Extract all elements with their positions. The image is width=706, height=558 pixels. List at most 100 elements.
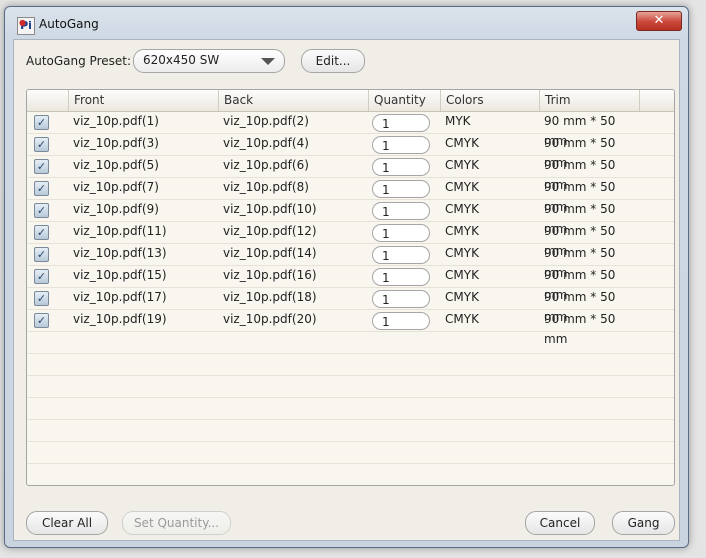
- column-header-quantity[interactable]: Quantity: [368, 90, 440, 111]
- row-checkbox[interactable]: ✓: [34, 225, 49, 240]
- quantity-input[interactable]: 1: [372, 224, 430, 242]
- front-cell: viz_10p.pdf(11): [73, 224, 167, 238]
- back-cell: viz_10p.pdf(12): [223, 224, 317, 238]
- colors-cell: CMYK: [445, 312, 479, 326]
- trim-cell: 90 mm * 50 mm: [544, 202, 616, 236]
- table-row[interactable]: ✓ viz_10p.pdf(5) viz_10p.pdf(6) 1 CMYK 90 mm …: [27, 155, 674, 192]
- row-checkbox[interactable]: ✓: [34, 203, 49, 218]
- set-quantity-button[interactable]: Set Quantity...: [122, 511, 231, 535]
- dialog-body: AutoGang Preset: 620x450 SW Edit... Fron…: [13, 39, 680, 541]
- autogang-dialog: ● Pi AutoGang ✕ AutoGang Preset: 620x450 …: [4, 6, 689, 548]
- title-bar[interactable]: ● Pi AutoGang ✕: [5, 7, 688, 39]
- quantity-input[interactable]: 1: [372, 158, 430, 176]
- back-cell: viz_10p.pdf(10): [223, 202, 317, 216]
- table-row[interactable]: ✓ viz_10p.pdf(15) viz_10p.pdf(16) 1 CMYK 90 m…: [27, 265, 674, 302]
- edit-button[interactable]: Edit...: [301, 49, 365, 73]
- quantity-input[interactable]: 1: [372, 114, 430, 132]
- trim-cell: 90 mm * 50 mm: [544, 136, 616, 170]
- colors-cell: MYK: [445, 114, 471, 128]
- app-icon: ● Pi: [17, 17, 35, 35]
- table-row[interactable]: ✓ viz_10p.pdf(11) viz_10p.pdf(12) 1 CMYK 90 m…: [27, 221, 674, 258]
- chevron-down-icon: [261, 58, 275, 65]
- colors-cell: CMYK: [445, 136, 479, 150]
- table-row: [27, 375, 674, 398]
- quantity-input[interactable]: 1: [372, 136, 430, 154]
- front-cell: viz_10p.pdf(5): [73, 158, 159, 172]
- trim-cell: 90 mm * 50 mm: [544, 246, 616, 280]
- gang-button[interactable]: Gang: [612, 511, 675, 535]
- trim-cell: 90 mm * 50 mm: [544, 180, 616, 214]
- close-button[interactable]: ✕: [636, 11, 682, 31]
- back-cell: viz_10p.pdf(4): [223, 136, 309, 150]
- quantity-input[interactable]: 1: [372, 312, 430, 330]
- back-cell: viz_10p.pdf(6): [223, 158, 309, 172]
- row-checkbox[interactable]: ✓: [34, 247, 49, 262]
- row-checkbox[interactable]: ✓: [34, 291, 49, 306]
- column-header-front[interactable]: Front: [68, 90, 218, 111]
- colors-cell: CMYK: [445, 158, 479, 172]
- jobs-table: Front Back Quantity Colors Trim ✓ viz_10p…: [26, 89, 675, 486]
- table-row[interactable]: ✓ viz_10p.pdf(17) viz_10p.pdf(18) 1 CMYK 90 m…: [27, 287, 674, 324]
- table-row: [27, 463, 674, 485]
- colors-cell: CMYK: [445, 268, 479, 282]
- back-cell: viz_10p.pdf(2): [223, 114, 309, 128]
- table-row: [27, 331, 674, 354]
- trim-cell: 90 mm * 50 mm: [544, 224, 616, 258]
- preset-label: AutoGang Preset:: [26, 54, 132, 68]
- colors-cell: CMYK: [445, 246, 479, 260]
- quantity-input[interactable]: 1: [372, 180, 430, 198]
- clear-all-button[interactable]: Clear All: [26, 511, 108, 535]
- front-cell: viz_10p.pdf(7): [73, 180, 159, 194]
- column-header-back[interactable]: Back: [218, 90, 368, 111]
- column-header-colors[interactable]: Colors: [440, 90, 539, 111]
- table-row[interactable]: ✓ viz_10p.pdf(13) viz_10p.pdf(14) 1 CMYK 90 m…: [27, 243, 674, 280]
- table-row: [27, 353, 674, 376]
- row-checkbox[interactable]: ✓: [34, 269, 49, 284]
- row-checkbox[interactable]: ✓: [34, 137, 49, 152]
- table-row[interactable]: ✓ viz_10p.pdf(3) viz_10p.pdf(4) 1 CMYK 90 mm …: [27, 133, 674, 170]
- preset-value: 620x450 SW: [143, 53, 220, 67]
- front-cell: viz_10p.pdf(1): [73, 114, 159, 128]
- column-header-trim[interactable]: Trim: [539, 90, 639, 111]
- row-checkbox[interactable]: ✓: [34, 181, 49, 196]
- quantity-input[interactable]: 1: [372, 246, 430, 264]
- front-cell: viz_10p.pdf(9): [73, 202, 159, 216]
- back-cell: viz_10p.pdf(16): [223, 268, 317, 282]
- quantity-input[interactable]: 1: [372, 268, 430, 286]
- column-header-select[interactable]: [27, 90, 68, 111]
- front-cell: viz_10p.pdf(13): [73, 246, 167, 260]
- trim-cell: 90 mm * 50 mm: [544, 268, 616, 302]
- preset-dropdown[interactable]: 620x450 SW: [133, 49, 285, 73]
- front-cell: viz_10p.pdf(19): [73, 312, 167, 326]
- cancel-button[interactable]: Cancel: [525, 511, 595, 535]
- quantity-input[interactable]: 1: [372, 290, 430, 308]
- row-checkbox[interactable]: ✓: [34, 159, 49, 174]
- back-cell: viz_10p.pdf(18): [223, 290, 317, 304]
- row-checkbox[interactable]: ✓: [34, 313, 49, 328]
- colors-cell: CMYK: [445, 180, 479, 194]
- front-cell: viz_10p.pdf(17): [73, 290, 167, 304]
- table-row: [27, 419, 674, 442]
- front-cell: viz_10p.pdf(3): [73, 136, 159, 150]
- back-cell: viz_10p.pdf(14): [223, 246, 317, 260]
- trim-cell: 90 mm * 50 mm: [544, 114, 616, 148]
- table-header: Front Back Quantity Colors Trim: [27, 90, 674, 112]
- front-cell: viz_10p.pdf(15): [73, 268, 167, 282]
- quantity-input[interactable]: 1: [372, 202, 430, 220]
- table-row: [27, 441, 674, 464]
- back-cell: viz_10p.pdf(20): [223, 312, 317, 326]
- table-row[interactable]: ✓ viz_10p.pdf(1) viz_10p.pdf(2) 1 MYK 90 mm *…: [27, 111, 674, 148]
- back-cell: viz_10p.pdf(8): [223, 180, 309, 194]
- table-row[interactable]: ✓ viz_10p.pdf(7) viz_10p.pdf(8) 1 CMYK 90 mm …: [27, 177, 674, 214]
- colors-cell: CMYK: [445, 290, 479, 304]
- colors-cell: CMYK: [445, 224, 479, 238]
- colors-cell: CMYK: [445, 202, 479, 216]
- trim-cell: 90 mm * 50 mm: [544, 312, 616, 346]
- column-header-filler: [639, 90, 674, 111]
- row-checkbox[interactable]: ✓: [34, 115, 49, 130]
- window-title: AutoGang: [39, 17, 99, 31]
- trim-cell: 90 mm * 50 mm: [544, 158, 616, 192]
- table-row: [27, 397, 674, 420]
- table-row[interactable]: ✓ viz_10p.pdf(9) viz_10p.pdf(10) 1 CMYK 90 mm…: [27, 199, 674, 236]
- table-row[interactable]: ✓ viz_10p.pdf(19) viz_10p.pdf(20) 1 CMYK 90 m…: [27, 309, 674, 346]
